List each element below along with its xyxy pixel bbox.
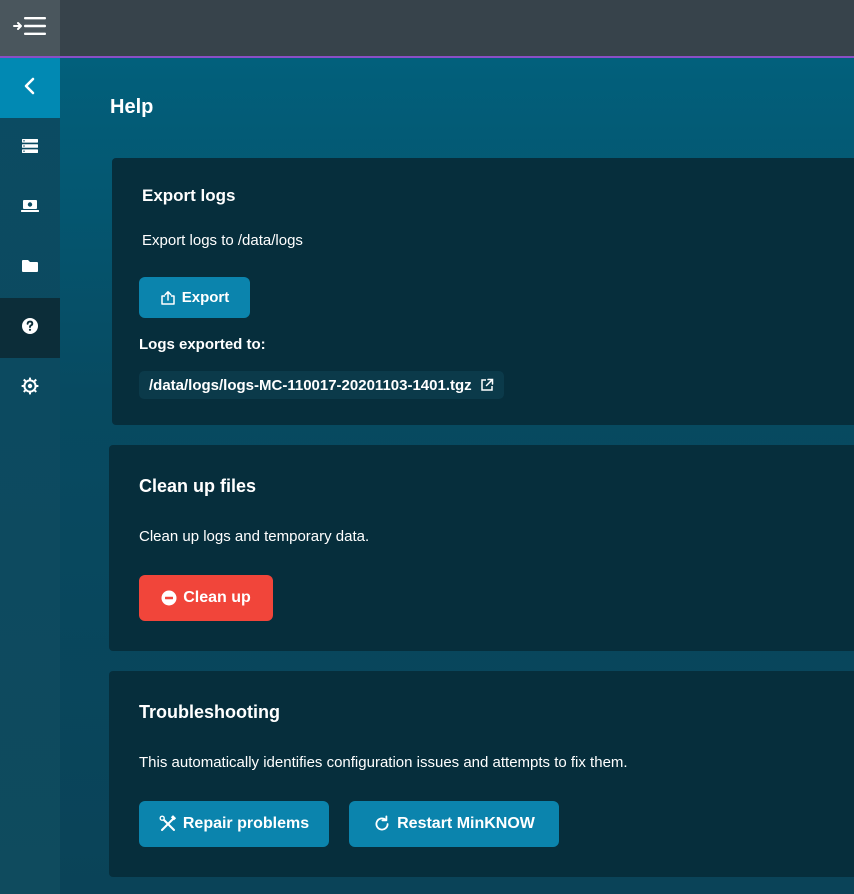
export-logs-description: Export logs to /data/logs [142,232,303,249]
export-button-label: Export [181,289,230,306]
export-logs-heading: Export logs [142,186,236,205]
troubleshooting-heading: Troubleshooting [139,702,280,722]
cleanup-button-label: Clean up [183,589,251,606]
chevron-left-icon [22,77,38,100]
cleanup-button[interactable]: Clean up [139,575,273,621]
sidebar-item-device[interactable] [0,178,60,238]
repair-problems-button[interactable]: Repair problems [139,801,329,847]
restart-minknow-button[interactable]: Restart MinKNOW [349,801,559,847]
sidebar-item-back[interactable] [0,58,60,118]
restart-minknow-label: Restart MinKNOW [397,815,535,832]
exported-path-link[interactable]: /data/logs/logs-MC-110017-20201103-1401.… [139,371,504,399]
device-icon [21,198,39,219]
refresh-icon [373,815,391,833]
tools-icon [159,815,177,833]
page-title: Help [110,96,154,118]
repair-problems-label: Repair problems [182,815,310,832]
export-button[interactable]: Export [139,277,250,318]
minus-circle-icon [161,590,177,606]
cleanup-description: Clean up logs and temporary data. [139,528,370,545]
cleanup-heading: Clean up files [139,476,257,496]
menu-collapse-icon [12,15,48,42]
sidebar-item-help[interactable] [0,298,60,358]
list-icon [21,138,39,159]
main-content: Help Export logs Export logs to /data/lo… [60,58,854,894]
external-link-icon [480,378,494,392]
top-bar [0,0,854,58]
export-logs-card: Export logs Export logs to /data/logs Ex… [112,158,854,425]
sidebar-item-settings[interactable] [0,358,60,418]
folder-icon [21,258,39,279]
exported-path-text: /data/logs/logs-MC-110017-20201103-1401.… [149,376,472,394]
troubleshooting-card: Troubleshooting This automatically ident… [109,671,854,877]
help-icon [21,317,39,340]
sidebar [0,58,60,894]
logs-exported-label: Logs exported to: [139,336,266,353]
sidebar-item-files[interactable] [0,238,60,298]
cleanup-card: Clean up files Clean up logs and tempora… [109,445,854,651]
menu-toggle-button[interactable] [0,0,60,56]
sidebar-item-experiments[interactable] [0,118,60,178]
settings-icon [21,377,39,400]
troubleshooting-description: This automatically identifies configurat… [139,754,628,771]
share-icon [160,290,176,306]
